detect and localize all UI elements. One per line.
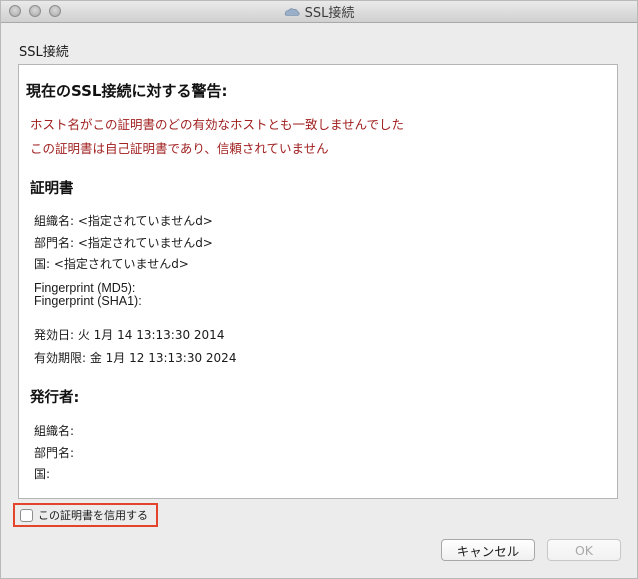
certificate-organization: 組織名: <指定されていませんd> <box>34 214 213 228</box>
issuer-country: 国: <box>34 467 51 481</box>
ssl-dialog-window: SSL接続 SSL接続 現在のSSL接続に対する警告: ホスト名がこの証明書のど… <box>0 0 638 579</box>
certificate-issued-date: 発効日: 火 1月 14 13:13:30 2014 <box>34 328 225 342</box>
fingerprint-sha1: Fingerprint (SHA1): <box>34 294 142 308</box>
fingerprint-md5: Fingerprint (MD5): <box>34 281 136 295</box>
certificate-expiry-date: 有効期限: 金 1月 12 13:13:30 2024 <box>34 351 237 365</box>
trust-certificate-highlight[interactable]: この証明書を信用する <box>13 503 158 527</box>
window-title: SSL接続 <box>304 6 355 21</box>
dialog-heading: SSL接続 <box>19 45 69 60</box>
cloud-icon <box>284 7 300 16</box>
issuer-organization: 組織名: <box>34 424 75 438</box>
ok-button[interactable]: OK <box>547 539 621 561</box>
trust-certificate-label[interactable]: この証明書を信用する <box>38 507 148 523</box>
certificate-section-title: 証明書 <box>30 181 74 197</box>
certificate-details-panel[interactable]: 現在のSSL接続に対する警告: ホスト名がこの証明書のどの有効なホストとも一致し… <box>18 64 618 499</box>
trust-certificate-checkbox[interactable] <box>20 508 33 522</box>
title-bar[interactable]: SSL接続 <box>1 1 637 23</box>
certificate-country: 国: <指定されていませんd> <box>34 257 189 271</box>
issuer-section-title: 発行者: <box>30 390 80 406</box>
warnings-title: 現在のSSL接続に対する警告: <box>26 82 228 100</box>
certificate-department: 部門名: <指定されていませんd> <box>34 236 213 250</box>
cancel-button[interactable]: キャンセル <box>441 539 535 561</box>
issuer-department: 部門名: <box>34 446 75 460</box>
warning-self-signed: この証明書は自己証明書であり、信頼されていません <box>30 141 329 156</box>
warning-hostname-mismatch: ホスト名がこの証明書のどの有効なホストとも一致しませんでした <box>30 117 405 132</box>
title-wrap: SSL接続 <box>1 1 637 22</box>
